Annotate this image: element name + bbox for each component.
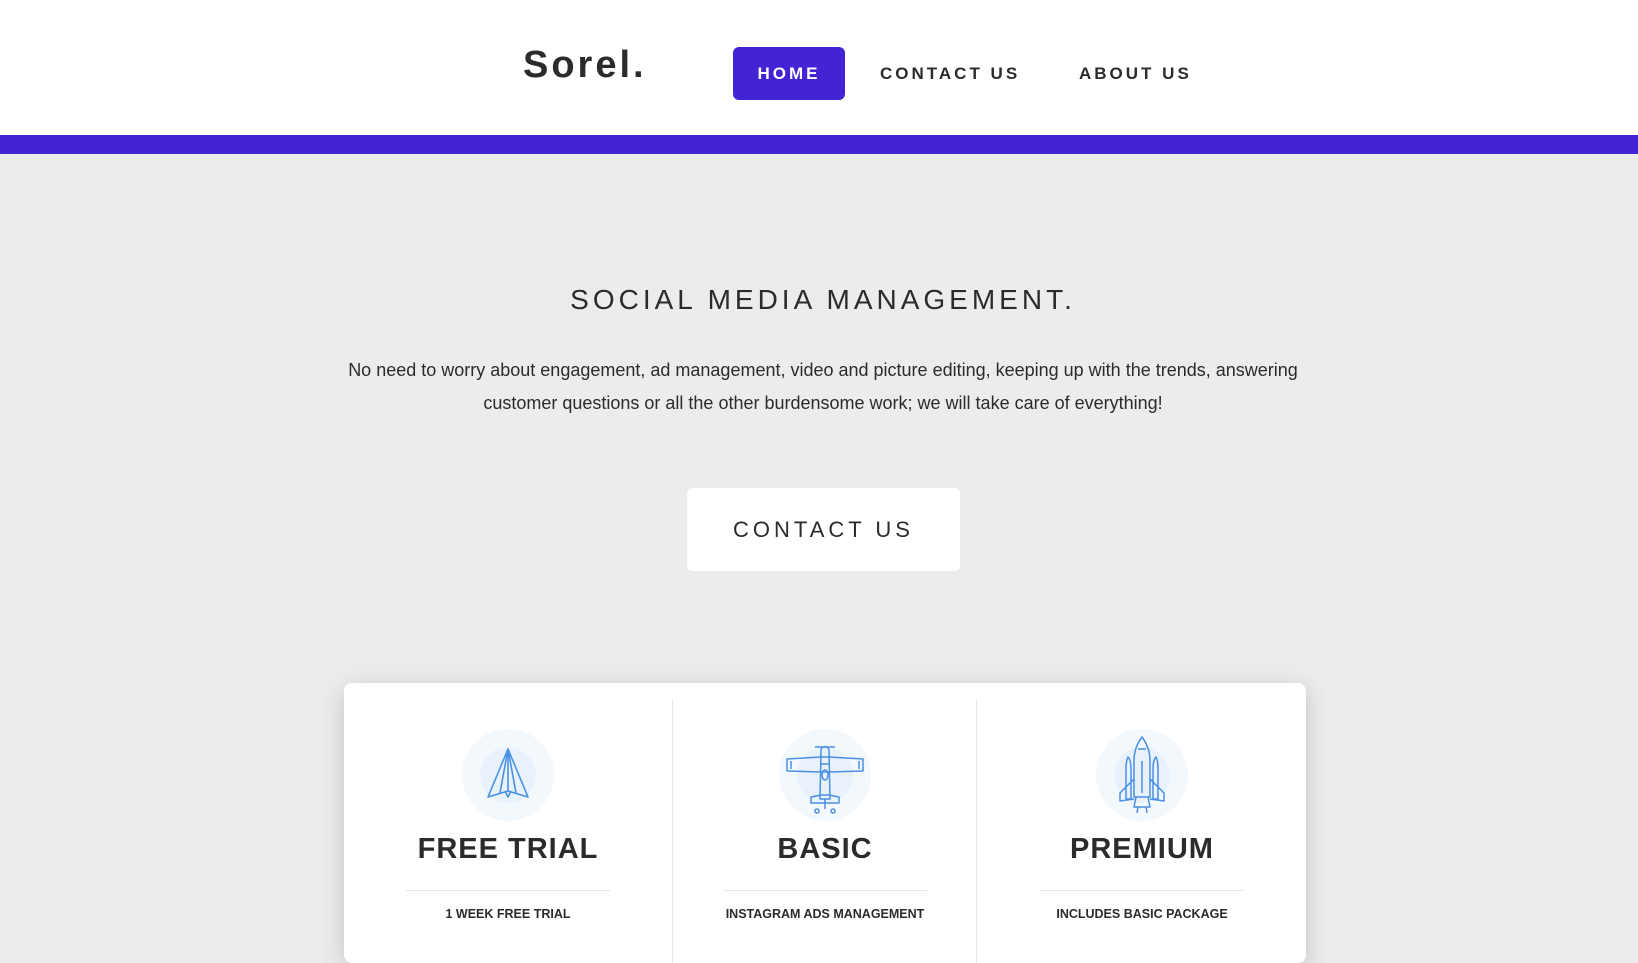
airplane-icon — [779, 729, 871, 821]
nav-contact-us-link[interactable]: CONTACT US — [880, 47, 1020, 100]
pricing-plans-card: FREE TRIAL 1 WEEK FREE TRIAL BASIC INSTA… — [344, 683, 1306, 963]
plan-title: BASIC — [777, 833, 873, 865]
plan-title: PREMIUM — [1070, 833, 1214, 865]
top-navigation-bar: Sorel. HOME CONTACT US ABOUT US — [0, 0, 1638, 135]
paper-plane-icon — [462, 729, 554, 821]
plan-basic[interactable]: BASIC INSTAGRAM ADS MANAGEMENT — [672, 699, 977, 963]
plan-free-trial[interactable]: FREE TRIAL 1 WEEK FREE TRIAL — [344, 699, 672, 963]
plan-divider — [723, 890, 927, 891]
plan-feature: INSTAGRAM ADS MANAGEMENT — [725, 907, 925, 921]
plan-feature: INCLUDES BASIC PACKAGE — [1056, 907, 1228, 921]
brand-logo[interactable]: Sorel. — [523, 44, 647, 87]
hero-description: No need to worry about engagement, ad ma… — [348, 360, 1298, 413]
nav-about-us-link[interactable]: ABOUT US — [1079, 47, 1192, 100]
plan-divider — [406, 890, 610, 891]
accent-divider-bar — [0, 135, 1638, 154]
space-shuttle-icon — [1096, 729, 1188, 821]
plan-premium[interactable]: PREMIUM INCLUDES BASIC PACKAGE — [976, 699, 1307, 963]
hero-title: SOCIAL MEDIA MANAGEMENT. — [570, 284, 1076, 315]
contact-us-button[interactable]: CONTACT US — [687, 488, 960, 571]
plan-title: FREE TRIAL — [417, 833, 599, 865]
nav-home-link[interactable]: HOME — [733, 47, 845, 100]
plan-feature: 1 WEEK FREE TRIAL — [445, 907, 571, 921]
plan-divider — [1040, 890, 1244, 891]
